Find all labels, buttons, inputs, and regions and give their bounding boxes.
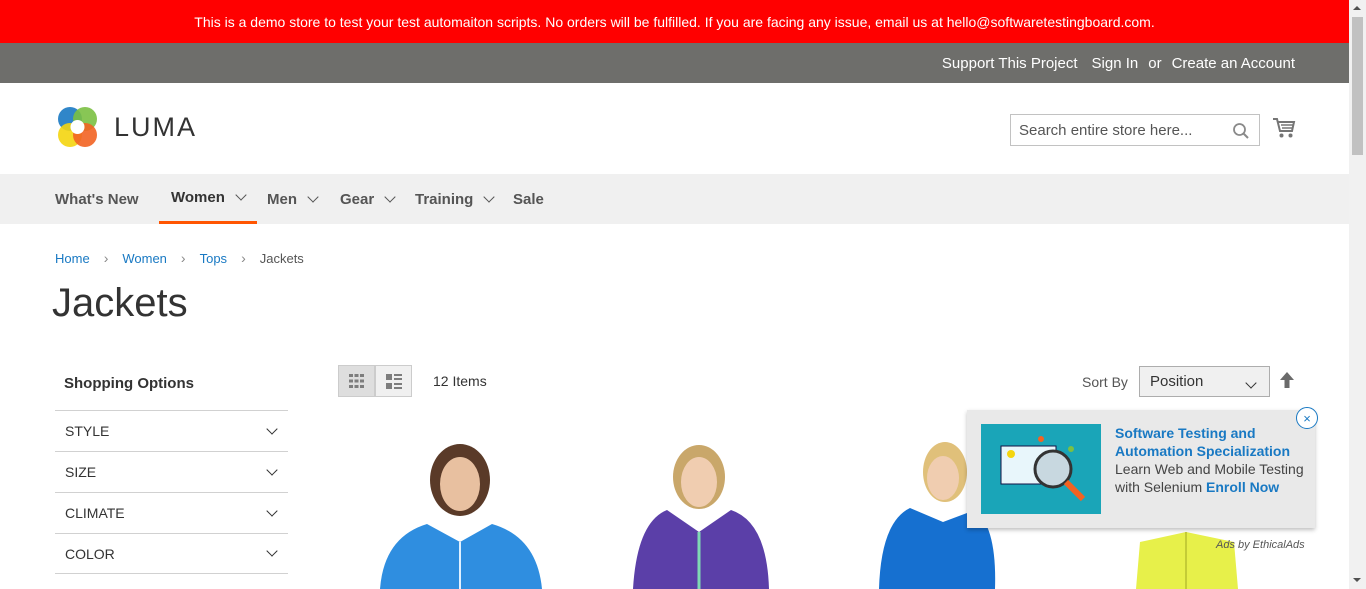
list-icon [385,373,402,389]
sort-select-value: Position [1150,373,1204,390]
list-view-button[interactable] [375,365,412,397]
chevron-down-icon [266,422,278,435]
nav-women[interactable]: Women [159,174,257,224]
breadcrumb-tops[interactable]: Tops [200,251,227,266]
demo-store-notice: This is a demo store to test your test a… [0,0,1349,43]
nav-women-label: Women [171,189,225,206]
product-photo-blue-jacket [380,444,542,589]
product-image-2[interactable] [627,432,777,589]
nav-whats-new[interactable]: What's New [55,174,139,224]
main-navigation: What's New Women Men Gear Training Sale [0,174,1349,224]
header-links: Support This Project Sign In or Create a… [942,43,1295,83]
grid-view-button[interactable] [338,365,375,397]
ad-image[interactable] [981,424,1101,514]
breadcrumb-home[interactable]: Home [55,251,90,266]
chevron-down-icon [307,190,319,203]
ad-close-button[interactable]: × [1296,407,1318,429]
filter-style[interactable]: STYLE [55,410,288,451]
cart-icon[interactable] [1272,117,1296,139]
sign-in-link[interactable]: Sign In [1092,55,1139,72]
filter-sidebar: Shopping Options STYLE SIZE CLIMATE COLO… [55,370,288,574]
create-account-link[interactable]: Create an Account [1172,55,1295,72]
nav-training[interactable]: Training [415,174,496,224]
support-project-link[interactable]: Support This Project [942,55,1078,72]
ethical-ad-popup: Software Testing and Automation Speciali… [967,410,1315,528]
search-input[interactable]: Search entire store here... [1010,114,1260,146]
sort-direction-arrow-icon[interactable] [1280,372,1294,388]
close-icon: × [1303,410,1311,426]
nav-whats-new-label: What's New [55,190,139,208]
scroll-up-arrow-icon[interactable] [1353,6,1361,10]
chevron-down-icon [384,190,396,203]
filter-style-label: STYLE [65,423,110,439]
sort-by-label: Sort By [1082,374,1128,390]
nav-gear-label: Gear [340,190,375,208]
chevron-down-icon [235,189,247,201]
chevron-down-icon [266,504,278,517]
filter-color-label: COLOR [65,545,115,562]
or-text: or [1148,54,1162,72]
filter-color[interactable]: COLOR [55,533,288,574]
chevron-down-icon [266,545,278,557]
ad-illustration-magnifier-icon [981,424,1101,514]
nav-sale[interactable]: Sale [513,174,544,224]
search-icon[interactable] [1232,122,1250,140]
logo-text: LUMA [114,112,198,142]
shopping-options-title: Shopping Options [64,375,194,392]
nav-sale-label: Sale [513,190,544,208]
breadcrumb-separator-icon: › [180,250,186,266]
page-header: LUMA Search entire store here... [0,83,1349,174]
sort-select[interactable]: Position [1139,366,1270,397]
chevron-down-icon [266,463,278,476]
filter-climate-label: CLIMATE [65,505,125,521]
top-header-bar: Support This Project Sign In or Create a… [0,43,1349,83]
product-photo-purple-jacket [633,445,769,589]
nav-gear[interactable]: Gear [340,174,396,224]
ad-cta-link[interactable]: Enroll Now [1206,479,1279,495]
ad-text: Software Testing and Automation Speciali… [1115,424,1305,496]
chevron-down-icon [483,190,496,203]
scrollbar-thumb[interactable] [1352,17,1363,155]
store-logo[interactable]: LUMA [55,105,197,150]
luma-logo-icon [58,107,97,147]
breadcrumb-separator-icon: › [241,250,246,266]
filter-size[interactable]: SIZE [55,451,288,492]
page-scrollbar[interactable] [1349,0,1366,589]
ad-attribution[interactable]: Ads by EthicalAds [1216,539,1305,551]
breadcrumb: Home › Women › Tops › Jackets [55,250,304,266]
demo-notice-text: This is a demo store to test your test a… [194,13,1155,30]
scroll-down-arrow-icon[interactable] [1353,578,1361,582]
filter-size-label: SIZE [65,464,97,480]
breadcrumb-women[interactable]: Women [122,251,167,266]
breadcrumb-current: Jackets [259,250,304,266]
grid-icon [349,374,364,388]
items-count: 12 Items [433,373,487,389]
page-title: Jackets [52,281,188,325]
nav-training-label: Training [415,190,474,208]
search-placeholder: Search entire store here... [1019,122,1193,139]
filter-climate[interactable]: CLIMATE [55,492,288,533]
chevron-down-icon [1245,377,1257,389]
nav-men[interactable]: Men [267,174,319,224]
ad-headline[interactable]: Software Testing and Automation Speciali… [1115,424,1305,460]
nav-men-label: Men [267,190,297,208]
product-image-1[interactable] [372,432,547,589]
breadcrumb-separator-icon: › [103,250,109,266]
